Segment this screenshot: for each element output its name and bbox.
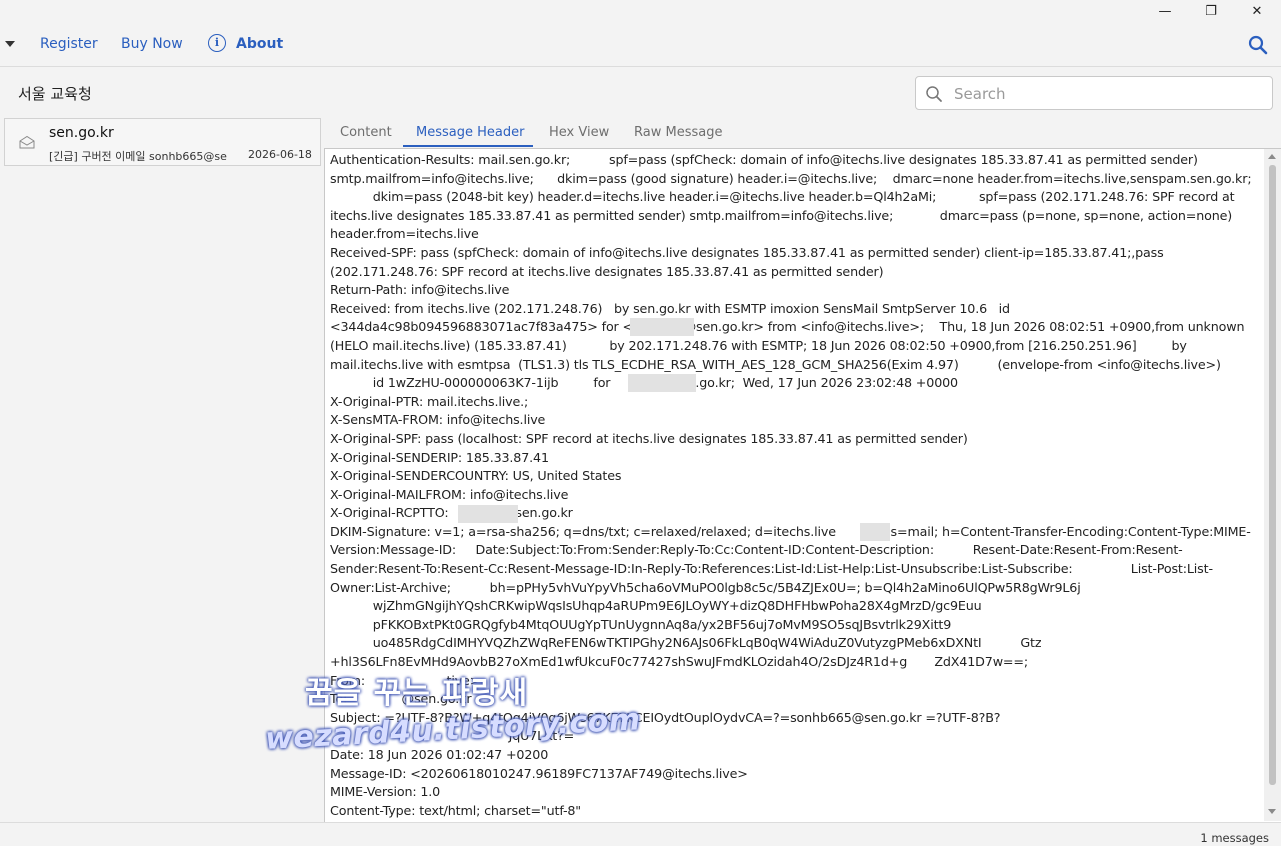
register-link[interactable]: Register [40, 36, 98, 52]
header-line: Date: 18 Jun 2026 01:02:47 +0200 [330, 747, 549, 762]
dropdown-icon[interactable] [5, 41, 15, 47]
header-line: +hl3S6LFn8EvMHd9AovbB27oXmEd1wfUkcuF0c77… [330, 654, 1029, 670]
header-line: X-Original-SENDERIP: 185.33.87.41 [330, 449, 549, 465]
header-line: X-Original-PTR: mail.itechs.live.; [330, 393, 529, 409]
message-count: 1 messages [1200, 831, 1269, 845]
header-line: Received: from itechs.live (202.171.248.… [330, 300, 1249, 372]
tab-hex-view[interactable]: Hex View [549, 125, 609, 140]
header-line: Return-Path: info@itechs.live [330, 282, 510, 298]
minimize-icon: — [1158, 3, 1172, 19]
search-input[interactable] [952, 83, 1266, 105]
header-line: From: tive> [330, 672, 481, 688]
message-header-panel[interactable]: Authentication-Results: mail.sen.go.kr; … [324, 148, 1281, 822]
header-line: X-Original-SENDERCOUNTRY: US, United Sta… [330, 468, 622, 484]
search-field-icon [926, 86, 942, 102]
buy-now-link[interactable]: Buy Now [121, 36, 183, 52]
message-sender: sen.go.kr [49, 125, 114, 141]
viewer-tabs: Content Message Header Hex View Raw Mess… [324, 118, 1281, 148]
header-line: Authentication-Results: mail.sen.go.kr; … [330, 152, 1252, 186]
message-subject: [긴급] 구버전 이메일 sonhb665@se [49, 150, 227, 163]
header-line: X-Original-MAILFROM: info@itechs.live [330, 486, 569, 502]
info-icon[interactable] [208, 34, 226, 52]
message-list: sen.go.kr [긴급] 구버전 이메일 sonhb665@se 2026-… [4, 118, 322, 822]
close-icon: ✕ [1251, 3, 1263, 19]
redacted-address [628, 374, 696, 392]
header-line: X-Original-SPF: pass (localhost: SPF rec… [330, 430, 968, 446]
header-line: Content-Type: text/html; charset="utf-8" [330, 802, 581, 818]
message-header-text: Authentication-Results: mail.sen.go.kr; … [330, 151, 1255, 820]
close-button[interactable]: ✕ [1234, 0, 1280, 22]
tab-message-header[interactable]: Message Header [416, 125, 524, 140]
header-line: DKIM-Signature: v=1; a=rsa-sha256; q=dns… [330, 523, 1251, 595]
folder-title: 서울 교육청 [18, 85, 92, 103]
header-line: wjZhmGNgijhYQshCRKwipWqsIsUhqp4aRUPm9E6J… [330, 598, 982, 614]
vertical-scrollbar[interactable] [1264, 149, 1281, 821]
search-box[interactable] [915, 76, 1273, 110]
search-icon[interactable] [1248, 35, 1268, 55]
redacted-address [630, 318, 694, 336]
status-bar: 1 messages [0, 822, 1281, 846]
header-line: uo485RdgCdIMHYVQZhZWqReFEN6wTKTIPGhy2N6A… [330, 635, 1042, 651]
header-line: To: @sen.go.kr [330, 691, 472, 707]
header-line: Received-SPF: pass (spfCheck: domain of … [330, 244, 1168, 279]
header-line: dkim=pass (2048-bit key) header.d=itechs… [330, 189, 1239, 242]
folder-header: 서울 교육청 [0, 66, 1281, 119]
title-bar: — ❐ ✕ [0, 0, 1281, 22]
minimize-button[interactable]: — [1142, 0, 1188, 22]
tab-content[interactable]: Content [340, 125, 392, 140]
header-line: MIME-Version: 1.0 [330, 784, 441, 800]
header-line: X-SensMTA-FROM: info@itechs.live [330, 412, 546, 428]
tab-raw-message[interactable]: Raw Message [634, 125, 722, 140]
toolbar: Register Buy Now About [0, 22, 1281, 66]
maximize-button[interactable]: ❐ [1188, 0, 1234, 22]
about-button[interactable]: About [236, 36, 283, 52]
header-line: id 1wZzHU-000000063K7-1ijb for @sen.go.k… [372, 375, 958, 391]
header-line: pFKKOBxtPKt0GRQgfyb4MtqOUUgYpTUnUygnnAq8… [330, 616, 952, 632]
list-item[interactable]: sen.go.kr [긴급] 구버전 이메일 sonhb665@se 2026-… [4, 118, 321, 166]
scroll-down-icon[interactable] [1268, 809, 1276, 814]
envelope-open-icon [19, 135, 35, 149]
redacted-address [458, 505, 518, 523]
maximize-icon: ❐ [1205, 3, 1217, 19]
message-date: 2026-06-18 [248, 148, 312, 161]
redacted-domain [860, 523, 890, 541]
active-tab-indicator [403, 145, 533, 147]
scroll-up-icon[interactable] [1268, 154, 1276, 159]
header-line: Message-ID: <20260618010247.96189FC7137A… [330, 765, 748, 781]
header-line: Subject: =?UTF-8?B?W+q4tOq4iV0g6jWs67KE7… [330, 709, 1001, 725]
header-line: JqU7LKt?= [330, 728, 575, 744]
scroll-thumb[interactable] [1269, 165, 1276, 785]
